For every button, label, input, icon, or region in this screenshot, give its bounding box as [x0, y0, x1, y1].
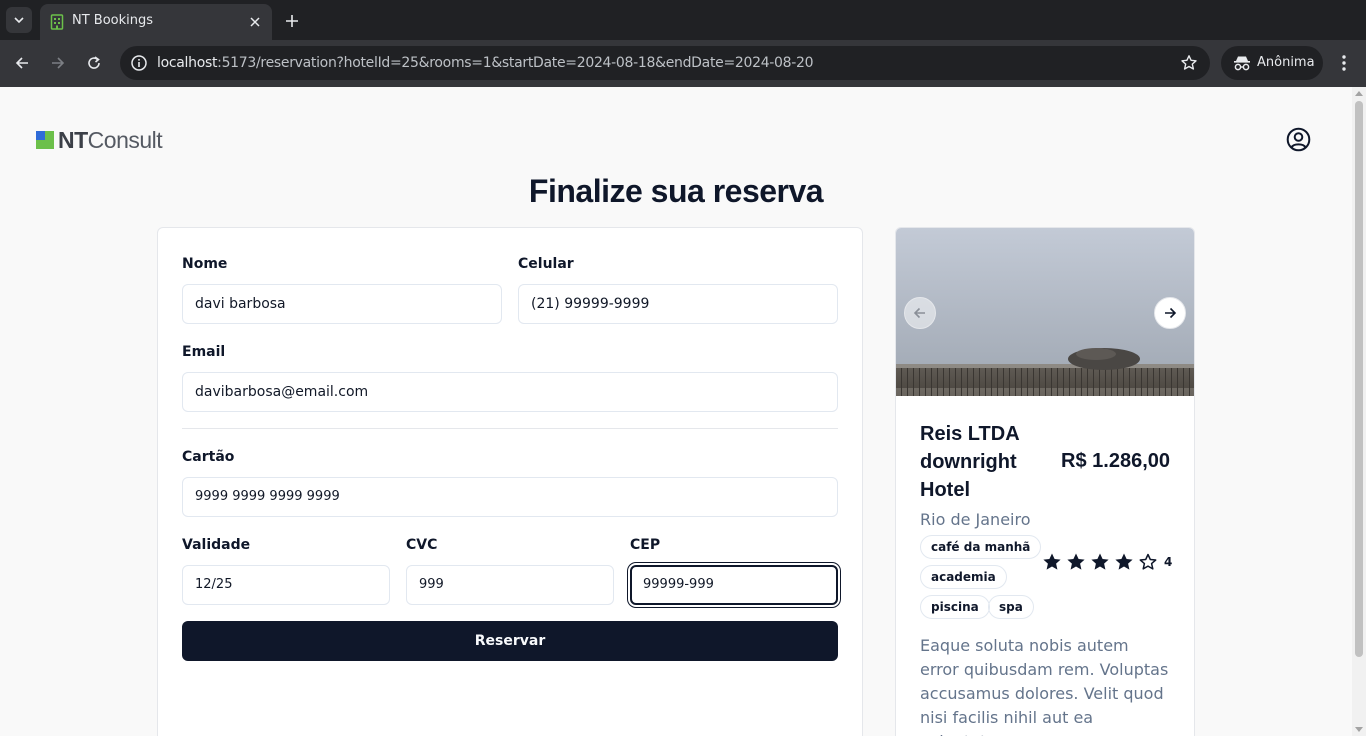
- star-filled-icon: [1115, 553, 1133, 570]
- hotel-description: Eaque soluta nobis autem error quibusdam…: [920, 636, 1169, 736]
- page-scrollbar[interactable]: [1352, 87, 1366, 736]
- page-title: Finalize sua reserva: [528, 173, 824, 209]
- hotel-price: R$ 1.286,00: [1061, 450, 1170, 472]
- profile-label: Anônima: [1257, 55, 1315, 70]
- tab-close-button[interactable]: [246, 13, 264, 31]
- amenity-tag: piscina: [920, 595, 990, 619]
- rating-stars: 4: [1042, 552, 1172, 572]
- scrollbar-thumb[interactable]: [1355, 101, 1363, 657]
- tab-search-button[interactable]: [6, 7, 32, 33]
- user-circle-icon: [1286, 127, 1311, 152]
- arrow-right-icon: [1165, 307, 1177, 319]
- email-input[interactable]: davibarbosa@email.com: [182, 372, 838, 412]
- star-filled-icon: [1091, 553, 1109, 570]
- hotel-city: Rio de Janeiro: [920, 510, 1031, 529]
- expiry-label: Validade: [182, 537, 251, 553]
- cep-label: CEP: [630, 537, 661, 553]
- building-icon: [50, 14, 64, 30]
- user-account-button[interactable]: [1286, 127, 1311, 152]
- star-filled-icon: [1043, 553, 1061, 570]
- browser-tab[interactable]: NT Bookings: [40, 4, 272, 40]
- site-info-icon: [131, 55, 147, 71]
- profile-incognito-button[interactable]: Anônima: [1221, 46, 1323, 80]
- hotel-name: Reis LTDA downright Hotel: [920, 423, 1019, 501]
- reserve-button[interactable]: Reservar: [182, 621, 838, 661]
- url-text: localhost:5173/reservation?hotelId=25&ro…: [157, 55, 814, 71]
- arrow-right-icon: [52, 57, 65, 69]
- browser-toolbar: localhost:5173/reservation?hotelId=25&ro…: [0, 40, 1366, 87]
- chevron-down-icon: [14, 17, 24, 24]
- page-viewport: NTConsult Finalize sua reserva Nome davi…: [0, 87, 1352, 736]
- amenity-tag: spa: [988, 595, 1034, 619]
- rating-value: 4: [1164, 555, 1173, 569]
- star-outline-icon: [1139, 553, 1157, 570]
- browser-menu-button[interactable]: [1332, 50, 1356, 76]
- incognito-icon: [1234, 56, 1250, 71]
- cep-input[interactable]: 99999-999: [630, 565, 838, 605]
- scroll-up-icon[interactable]: [1355, 91, 1363, 96]
- more-vertical-icon: [1342, 55, 1346, 71]
- arrow-left-icon: [913, 307, 925, 319]
- logo-text: NTConsult: [58, 126, 163, 153]
- ntconsult-logo[interactable]: NTConsult: [36, 126, 163, 153]
- cvc-input[interactable]: 999: [406, 565, 614, 605]
- bookmark-star-icon[interactable]: [1180, 54, 1198, 72]
- name-input[interactable]: davi barbosa: [182, 284, 502, 324]
- carousel-prev-button[interactable]: [904, 297, 936, 329]
- card-number-input[interactable]: 9999 9999 9999 9999: [182, 477, 838, 517]
- reservation-form: Nome davi barbosa Celular (21) 99999-999…: [157, 227, 863, 736]
- carousel-next-button[interactable]: [1154, 297, 1186, 329]
- name-label: Nome: [182, 256, 228, 272]
- hotel-summary-card: Reis LTDA downright Hotel R$ 1.286,00 Ri…: [895, 227, 1195, 736]
- form-divider: [182, 428, 838, 429]
- star-filled-icon: [1067, 553, 1085, 570]
- card-label: Cartão: [182, 449, 235, 465]
- plus-icon: [286, 15, 298, 27]
- scroll-down-icon[interactable]: [1355, 727, 1363, 732]
- phone-input[interactable]: (21) 99999-9999: [518, 284, 838, 324]
- new-tab-button[interactable]: [280, 9, 304, 33]
- expiry-input[interactable]: 12/25: [182, 565, 390, 605]
- close-icon: [250, 17, 260, 27]
- arrow-left-icon: [15, 57, 28, 69]
- reload-icon: [88, 56, 100, 69]
- amenity-tag: academia: [920, 565, 1007, 589]
- email-label: Email: [182, 344, 226, 360]
- cvc-label: CVC: [406, 537, 438, 553]
- browser-tab-bar: NT Bookings: [0, 0, 1366, 40]
- phone-label: Celular: [518, 256, 574, 272]
- address-bar[interactable]: localhost:5173/reservation?hotelId=25&ro…: [120, 46, 1210, 80]
- hotel-photo: [896, 228, 1194, 396]
- back-button[interactable]: [9, 50, 35, 76]
- tab-title: NT Bookings: [72, 13, 154, 28]
- forward-button[interactable]: [45, 50, 71, 76]
- amenity-tag: café da manhã: [920, 535, 1042, 559]
- reload-button[interactable]: [81, 50, 107, 76]
- logo-mark-icon: [36, 131, 54, 149]
